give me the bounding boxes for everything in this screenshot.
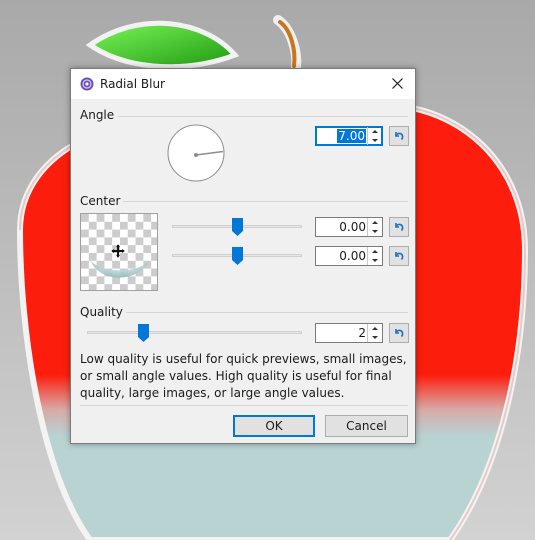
ok-button[interactable]: OK [233,415,315,437]
reset-icon [395,223,404,232]
cancel-button[interactable]: Cancel [325,415,408,437]
title-bar[interactable]: Radial Blur [71,69,415,99]
angle-divider [118,116,408,117]
center-x-slider-thumb[interactable] [232,218,243,236]
center-label: Center [80,194,121,208]
spin-down-icon[interactable] [368,136,382,145]
center-preview-picker[interactable] [80,213,158,291]
quality-slider-thumb[interactable] [138,324,149,342]
angle-dial[interactable] [167,124,225,182]
angle-label: Angle [80,108,115,122]
angle-value[interactable]: 7.00 [337,129,366,143]
reset-icon [395,132,404,141]
quality-slider-track[interactable] [87,331,302,334]
reset-icon [395,252,404,261]
quality-help-text: Low quality is useful for quick previews… [80,352,407,400]
quality-spin-arrows[interactable] [367,324,382,342]
center-y-slider[interactable] [172,247,302,265]
center-x-reset-button[interactable] [389,217,409,237]
quality-value[interactable]: 2 [358,326,366,340]
quality-label: Quality [80,305,123,319]
center-y-slider-thumb[interactable] [232,247,243,265]
center-y-spinbox[interactable]: 0.00 [315,246,383,266]
close-button[interactable] [383,69,413,99]
center-y-reset-button[interactable] [389,246,409,266]
angle-spinbox[interactable]: 7.00 [315,126,383,146]
quality-divider [126,312,408,313]
reset-icon [395,329,404,338]
dialog-title: Radial Blur [100,77,165,91]
spin-up-icon[interactable] [368,324,382,333]
angle-reset-button[interactable] [389,126,409,146]
spin-up-icon[interactable] [368,218,382,227]
center-divider [123,201,408,202]
spin-down-icon[interactable] [368,256,382,265]
center-x-value[interactable]: 0.00 [339,220,366,234]
spin-up-icon[interactable] [368,127,382,136]
spin-down-icon[interactable] [368,227,382,236]
center-x-slider[interactable] [172,218,302,236]
quality-spinbox[interactable]: 2 [315,323,383,343]
radial-blur-icon [80,77,94,91]
center-x-spin-arrows[interactable] [367,218,382,236]
angle-spin-arrows[interactable] [367,127,382,145]
center-x-spinbox[interactable]: 0.00 [315,217,383,237]
center-y-value[interactable]: 0.00 [339,249,366,263]
spin-up-icon[interactable] [368,247,382,256]
spin-down-icon[interactable] [368,333,382,342]
quality-slider[interactable] [87,324,302,342]
quality-reset-button[interactable] [389,323,409,343]
close-icon [392,78,403,89]
center-y-spin-arrows[interactable] [367,247,382,265]
footer-divider [80,405,408,406]
